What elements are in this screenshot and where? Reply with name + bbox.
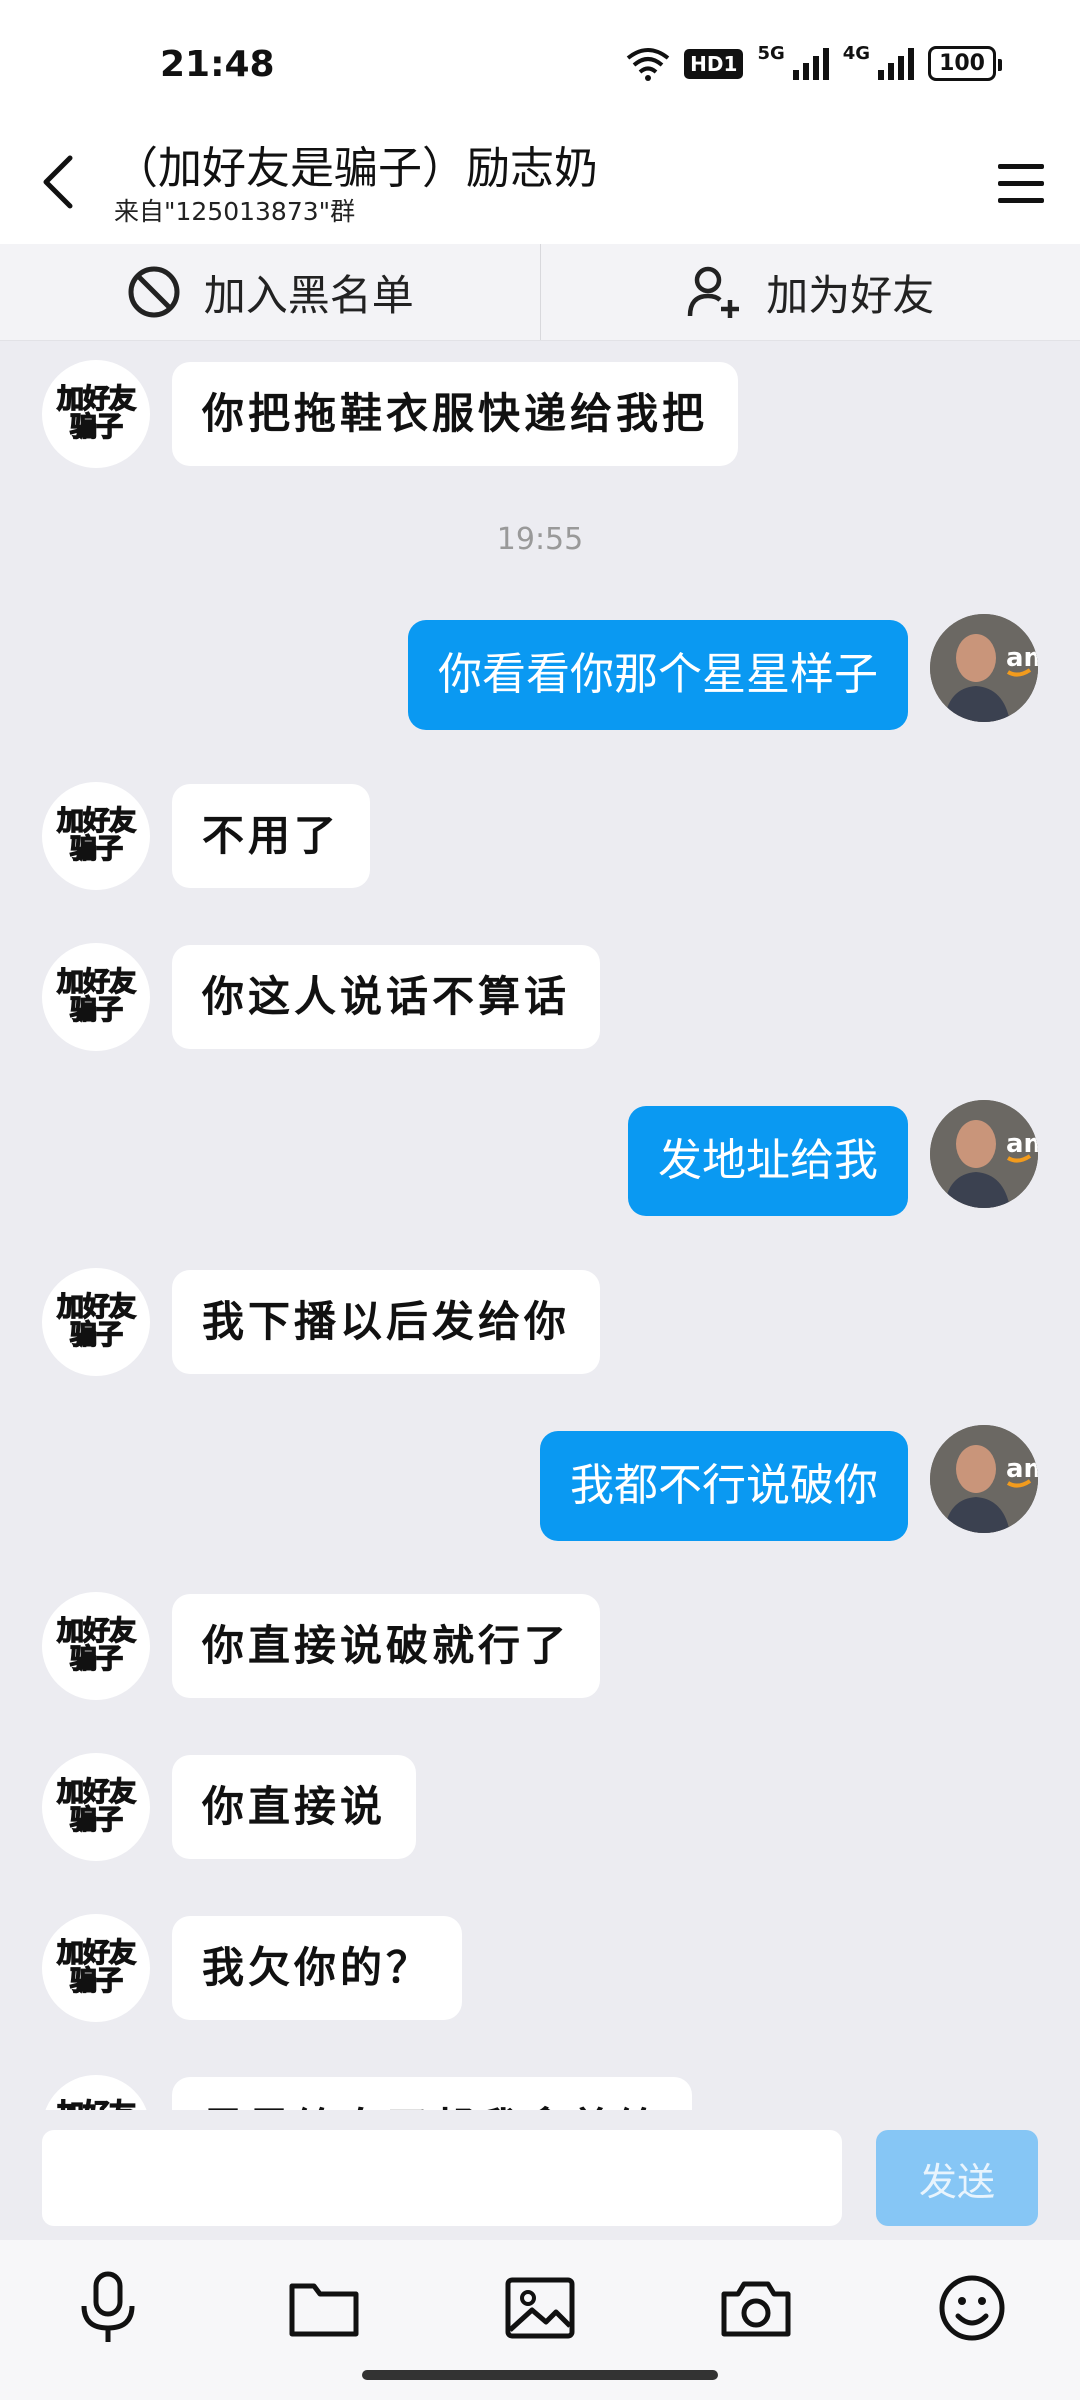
incoming-message[interactable]: 我下播以后发给你 <box>172 1270 601 1374</box>
chat-title: （加好友是骗子）励志奶 <box>114 143 598 194</box>
add-friend-button[interactable]: 加为好友 <box>541 244 1080 340</box>
incoming-message[interactable]: 你把拖鞋衣服快递给我把 <box>172 362 739 466</box>
incoming-message[interactable]: 你这人说话不算话 <box>172 945 601 1049</box>
stranger-action-bar: 加入黑名单 加为好友 <box>0 244 1080 341</box>
svg-text:am: am <box>1006 643 1038 673</box>
add-to-blacklist-button[interactable]: 加入黑名单 <box>0 244 540 340</box>
my-avatar-image: am <box>930 1425 1038 1533</box>
my-avatar-image: am <box>930 614 1038 722</box>
contact-avatar[interactable]: 加好友骗子 <box>42 2075 150 2110</box>
my-avatar[interactable]: am <box>930 1100 1038 1208</box>
incoming-message[interactable]: 你直接说破就行了 <box>172 1594 601 1698</box>
input-bar: 发送 <box>0 2110 1080 2240</box>
my-avatar[interactable]: am <box>930 614 1038 722</box>
emoji-icon[interactable] <box>932 2268 1012 2348</box>
incoming-message[interactable]: 星星给自买帮我拿着给 <box>172 2077 693 2110</box>
image-icon[interactable] <box>500 2268 580 2348</box>
contact-avatar[interactable]: 加好友骗子 <box>42 360 150 468</box>
add-to-blacklist-label: 加入黑名单 <box>203 270 414 320</box>
contact-avatar[interactable]: 加好友骗子 <box>42 1592 150 1700</box>
outgoing-message[interactable]: 发地址给我 <box>628 1106 908 1216</box>
svg-text:am: am <box>1006 1129 1038 1159</box>
contact-avatar[interactable]: 加好友骗子 <box>42 943 150 1051</box>
hd-badge: HD1 <box>684 48 744 79</box>
status-bar: 21:48 HD1 5G 4G 100 <box>0 0 1080 120</box>
message-input[interactable] <box>42 2130 842 2226</box>
add-friend-label: 加为好友 <box>766 270 935 320</box>
send-button[interactable]: 发送 <box>876 2130 1038 2226</box>
message-list[interactable]: 加好友 骗子 你把拖鞋衣服快递给我把 19:55 你看看你那个星星样子 am 加好… <box>0 340 1080 2110</box>
outgoing-message[interactable]: 我都不行说破你 <box>540 1431 908 1541</box>
home-indicator[interactable] <box>362 2370 718 2380</box>
contact-avatar[interactable]: 加好友骗子 <box>42 782 150 890</box>
folder-icon[interactable] <box>284 2268 364 2348</box>
avatar-text-line1: 加好友 <box>56 384 136 415</box>
svg-text:am: am <box>1006 1454 1038 1484</box>
avatar-text-line2: 骗子 <box>69 412 123 443</box>
signal-icon-2 <box>878 47 915 80</box>
network-5g-label: 5G <box>757 43 785 64</box>
battery-indicator: 100 <box>928 46 1002 81</box>
network-4g-label: 4G <box>842 43 871 64</box>
microphone-icon[interactable] <box>68 2268 148 2348</box>
contact-avatar[interactable]: 加好友骗子 <box>42 1914 150 2022</box>
signal-icon <box>792 47 829 80</box>
chat-header: （加好友是骗子）励志奶 来自"125013873"群 <box>0 120 1080 244</box>
contact-avatar[interactable]: 加好友骗子 <box>42 1268 150 1376</box>
my-avatar-image: am <box>930 1100 1038 1208</box>
incoming-message[interactable]: 不用了 <box>172 784 371 888</box>
block-icon <box>128 266 180 318</box>
message-timestamp: 19:55 <box>496 522 584 557</box>
add-user-icon <box>687 266 740 318</box>
wifi-icon <box>626 47 670 81</box>
back-arrow-icon[interactable] <box>34 142 82 222</box>
incoming-message[interactable]: 你直接说 <box>172 1755 417 1859</box>
input-toolbar <box>0 2240 1080 2400</box>
status-time: 21:48 <box>160 44 275 85</box>
status-icons: HD1 5G 4G 100 <box>626 43 1002 81</box>
menu-icon[interactable] <box>994 148 1048 218</box>
incoming-message[interactable]: 我欠你的？ <box>172 1916 463 2020</box>
my-avatar[interactable]: am <box>930 1425 1038 1533</box>
contact-avatar[interactable]: 加好友骗子 <box>42 1753 150 1861</box>
camera-icon[interactable] <box>716 2268 796 2348</box>
outgoing-message[interactable]: 你看看你那个星星样子 <box>408 620 908 730</box>
chat-subtitle: 来自"125013873"群 <box>114 197 356 226</box>
